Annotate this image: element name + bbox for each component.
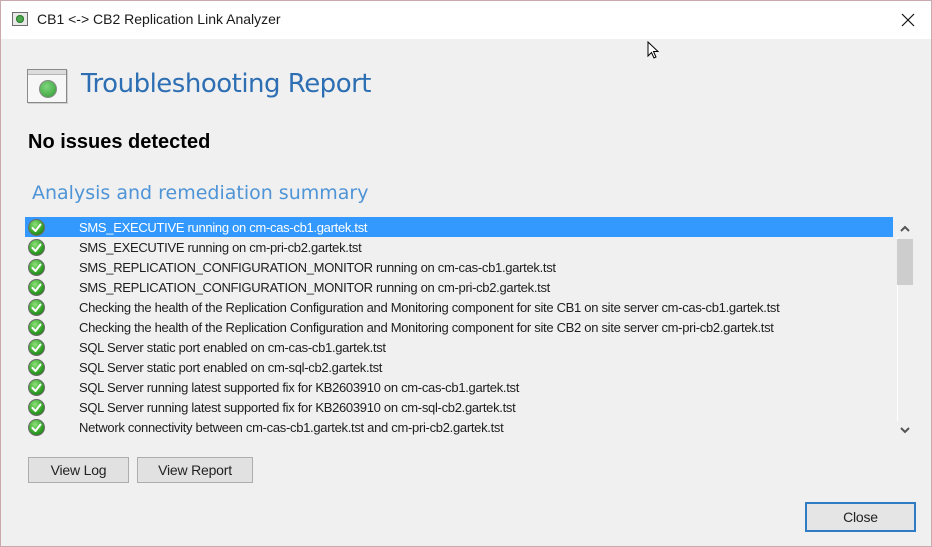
app-icon [12, 12, 28, 26]
scroll-thumb[interactable] [897, 239, 913, 285]
list-scrollbar[interactable] [895, 217, 915, 439]
status-message: No issues detected [28, 131, 211, 153]
check-icon [28, 219, 45, 236]
summary-list-item[interactable]: SMS_REPLICATION_CONFIGURATION_MONITOR ru… [25, 257, 893, 277]
summary-item-text: Checking the health of the Replication C… [79, 320, 774, 335]
summary-item-text: Network connectivity between cm-cas-cb1.… [79, 420, 504, 435]
summary-item-text: SMS_EXECUTIVE running on cm-pri-cb2.gart… [79, 240, 362, 255]
report-header-icon [27, 69, 67, 103]
summary-list-item[interactable]: SMS_REPLICATION_CONFIGURATION_MONITOR ru… [25, 277, 893, 297]
check-icon [28, 299, 45, 316]
summary-list-item[interactable]: Checking the health of the Replication C… [25, 317, 893, 337]
summary-item-text: SQL Server static port enabled on cm-sql… [79, 360, 383, 375]
summary-list-item[interactable]: SQL Server static port enabled on cm-cas… [25, 337, 893, 357]
summary-item-text: SMS_EXECUTIVE running on cm-cas-cb1.gart… [79, 220, 368, 235]
view-log-button[interactable]: View Log [28, 457, 129, 483]
check-icon [28, 339, 45, 356]
summary-list-item[interactable]: Checking the health of the Replication C… [25, 297, 893, 317]
check-icon [28, 319, 45, 336]
check-icon [28, 239, 45, 256]
summary-list-item[interactable]: SMS_EXECUTIVE running on cm-pri-cb2.gart… [25, 237, 893, 257]
check-icon [28, 399, 45, 416]
view-report-button[interactable]: View Report [137, 457, 253, 483]
summary-item-text: SQL Server running latest supported fix … [79, 380, 520, 395]
check-icon [28, 359, 45, 376]
summary-item-text: SMS_REPLICATION_CONFIGURATION_MONITOR ru… [79, 260, 556, 275]
summary-list-item[interactable]: SQL Server static port enabled on cm-sql… [25, 357, 893, 377]
scroll-down-button[interactable] [895, 421, 915, 439]
window-close-button[interactable] [885, 1, 931, 39]
report-title: Troubleshooting Report [81, 69, 371, 99]
mouse-cursor-icon [647, 41, 660, 59]
analyzer-window: CB1 <-> CB2 Replication Link Analyzer Tr… [0, 0, 932, 547]
summary-list-item[interactable]: Network connectivity between cm-cas-cb1.… [25, 417, 893, 437]
summary-list[interactable]: SMS_EXECUTIVE running on cm-cas-cb1.gart… [25, 217, 893, 439]
check-icon [28, 379, 45, 396]
summary-list-item[interactable]: SQL Server running latest supported fix … [25, 377, 893, 397]
close-button[interactable]: Close [805, 502, 916, 532]
chevron-down-icon [900, 426, 910, 433]
check-icon [28, 279, 45, 296]
summary-item-text: Checking the health of the Replication C… [79, 300, 780, 315]
summary-item-text: SMS_REPLICATION_CONFIGURATION_MONITOR ru… [79, 280, 550, 295]
summary-item-text: SQL Server running latest supported fix … [79, 400, 516, 415]
summary-list-item[interactable]: SQL Server running latest supported fix … [25, 397, 893, 417]
window-title: CB1 <-> CB2 Replication Link Analyzer [37, 11, 281, 27]
check-icon [28, 259, 45, 276]
check-icon [28, 419, 45, 436]
summary-list-item[interactable]: SMS_EXECUTIVE running on cm-cas-cb1.gart… [25, 217, 893, 237]
title-bar: CB1 <-> CB2 Replication Link Analyzer [1, 1, 931, 39]
replication-icon [39, 80, 57, 98]
summary-heading: Analysis and remediation summary [32, 182, 369, 204]
summary-item-text: SQL Server static port enabled on cm-cas… [79, 340, 386, 355]
close-icon [901, 13, 915, 27]
scroll-up-button[interactable] [895, 219, 915, 237]
chevron-up-icon [900, 225, 910, 232]
